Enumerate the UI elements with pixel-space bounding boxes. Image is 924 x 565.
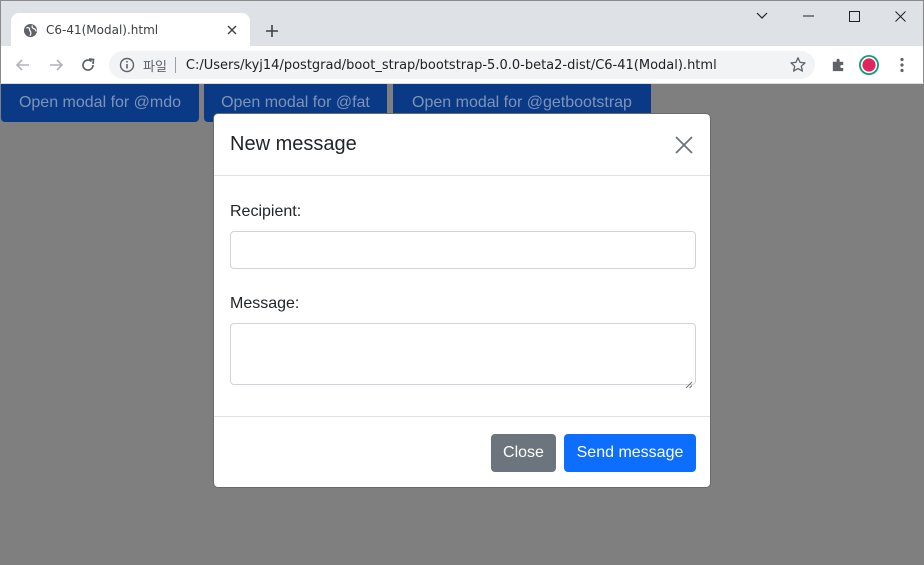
close-button[interactable]: Close <box>491 434 556 472</box>
globe-icon <box>23 23 38 38</box>
menu-kebab-icon[interactable] <box>891 54 913 76</box>
message-textarea[interactable] <box>230 323 696 389</box>
maximize-icon[interactable] <box>831 1 877 31</box>
info-icon[interactable] <box>119 57 135 73</box>
resize-handle-icon[interactable] <box>685 374 693 389</box>
url-separator <box>174 57 176 73</box>
modal-dialog: New message Recipient: Message: Close Se… <box>213 113 711 488</box>
browser-tab[interactable]: C6-41(Modal).html <box>11 13 250 47</box>
reload-icon[interactable] <box>75 52 101 78</box>
extensions-puzzle-icon[interactable] <box>827 54 849 76</box>
url-text[interactable]: C:/Users/kyj14/postgrad/boot_strap/boots… <box>186 58 717 73</box>
recipient-label: Recipient: <box>230 203 302 220</box>
open-modal-mdo-button[interactable]: Open modal for @mdo <box>1 84 199 122</box>
tab-search-icon[interactable] <box>739 1 785 31</box>
tab-title: C6-41(Modal).html <box>46 23 159 37</box>
window-close-icon[interactable] <box>877 1 923 31</box>
back-arrow-icon[interactable] <box>10 52 36 78</box>
tab-close-icon[interactable] <box>224 22 240 38</box>
browser-toolbar: 파일 C:/Users/kyj14/postgrad/boot_strap/bo… <box>0 46 924 84</box>
bookmark-star-icon[interactable] <box>789 56 807 74</box>
url-scheme-label: 파일 <box>143 59 167 75</box>
send-message-button[interactable]: Send message <box>564 434 696 472</box>
profile-avatar-icon[interactable] <box>858 54 880 76</box>
message-label: Message: <box>230 295 300 312</box>
tab-strip: C6-41(Modal).html <box>0 0 924 47</box>
minimize-icon[interactable] <box>785 1 831 31</box>
close-icon[interactable] <box>674 135 694 155</box>
forward-arrow-icon[interactable] <box>43 52 69 78</box>
new-tab-button[interactable] <box>258 17 286 45</box>
modal-footer: Close Send message <box>214 416 710 487</box>
modal-title: New message <box>230 133 357 155</box>
modal-header: New message <box>214 114 710 176</box>
recipient-input[interactable] <box>230 231 696 269</box>
address-bar[interactable]: 파일 C:/Users/kyj14/postgrad/boot_strap/bo… <box>109 51 815 79</box>
